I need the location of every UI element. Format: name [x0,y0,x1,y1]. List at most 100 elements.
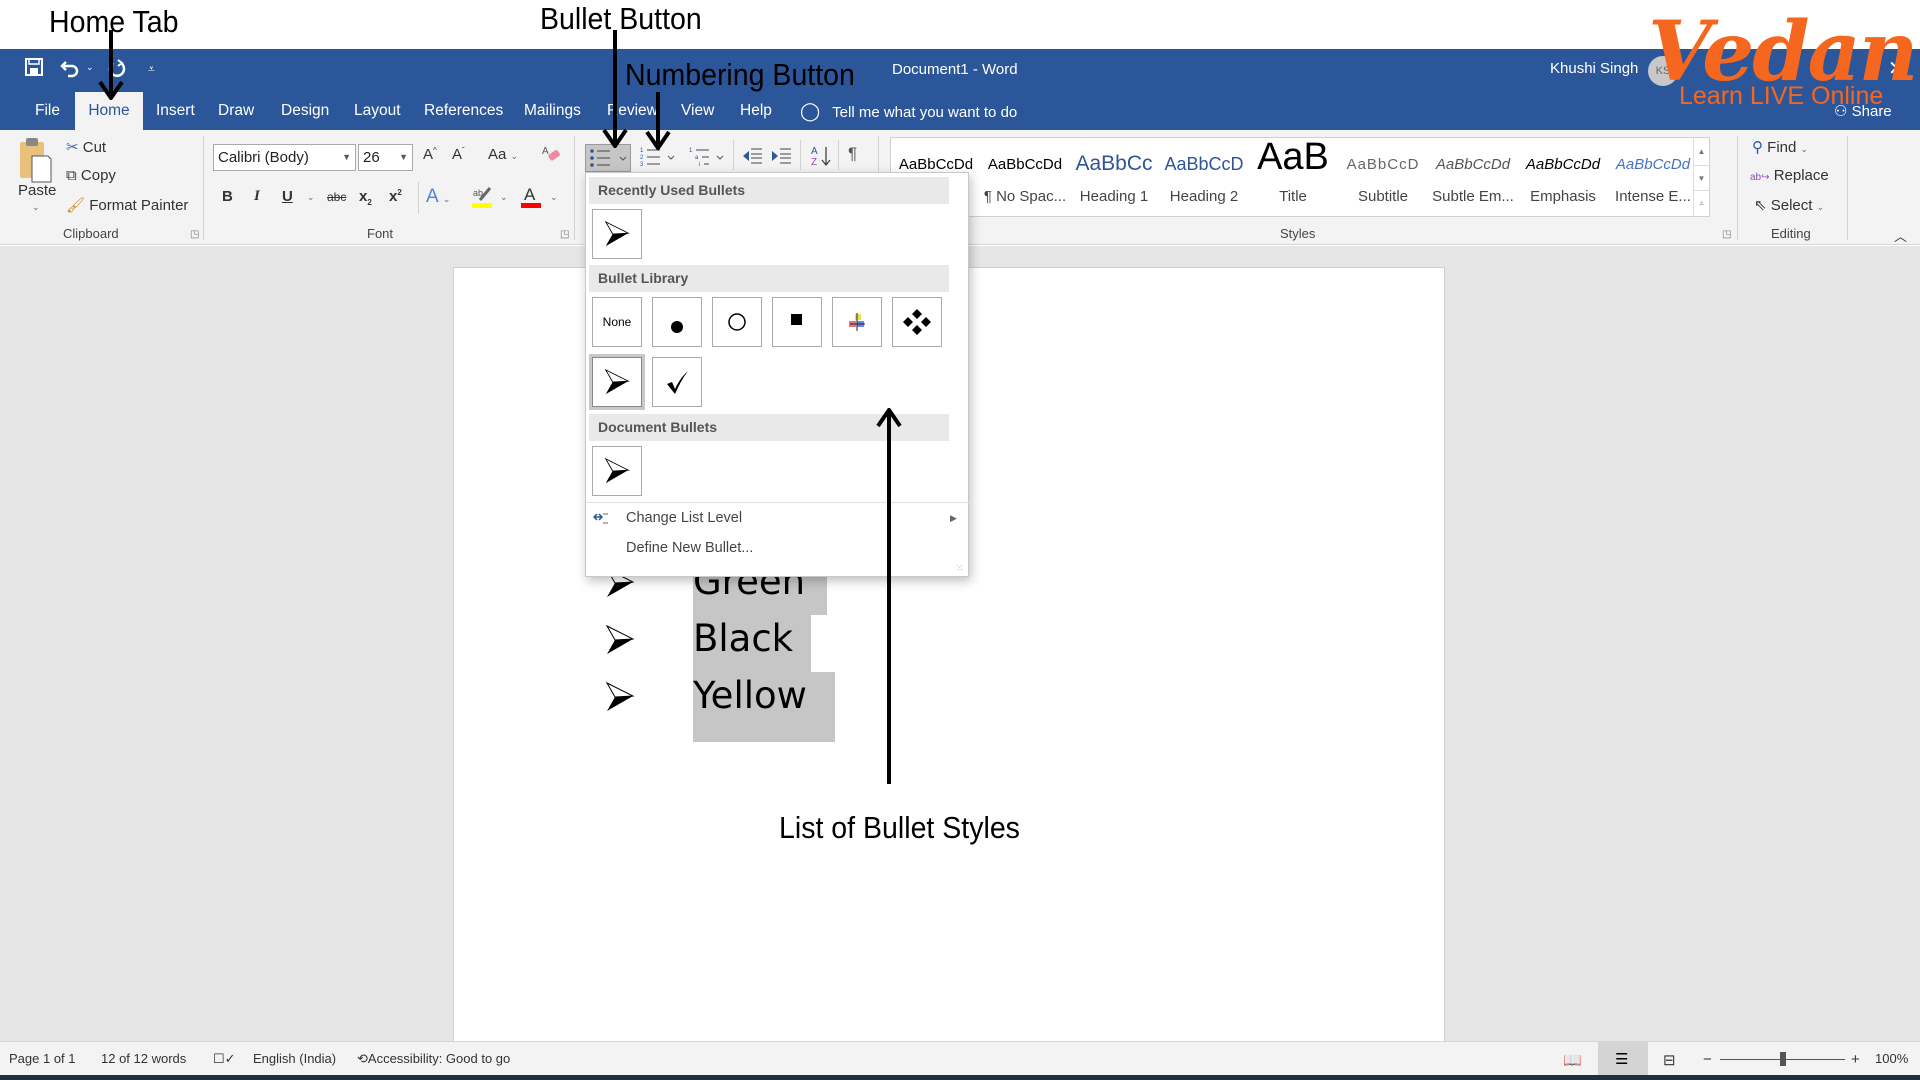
style-heading-2[interactable]: AaBbCcD Heading 2 [1159,138,1249,216]
svg-text:A: A [811,146,818,157]
format-painter-button[interactable]: 🖌 Format Painter [66,196,188,214]
bullet-option-hollow-circle[interactable] [712,297,762,347]
strikethrough-button[interactable]: abc [327,190,346,204]
decrease-indent-icon[interactable] [741,146,763,171]
filled-square-icon [791,314,802,325]
tab-view[interactable]: View [669,92,726,130]
bullet-option-filled-circle[interactable] [652,297,702,347]
bullets-button[interactable] [585,144,631,172]
show-formatting-marks-button[interactable]: ¶ [848,144,857,164]
change-list-level-item[interactable]: Change List Level [626,510,742,526]
web-layout-icon[interactable]: ⊟ [1663,1051,1676,1069]
italic-button[interactable]: I [254,188,260,205]
tab-file[interactable]: File [23,92,72,130]
underline-button[interactable]: U [282,188,293,205]
font-color-icon[interactable]: A [521,184,543,215]
tab-draw[interactable]: Draw [206,92,266,130]
hollow-circle-icon [728,313,746,331]
change-case-button[interactable]: Aa ⌄ [488,146,518,163]
page-count[interactable]: Page 1 of 1 [9,1051,76,1066]
style-subtitle[interactable]: AaBbCcD Subtitle [1338,138,1428,216]
style-no-spacing[interactable]: AaBbCcDd ¶ No Spac... [980,138,1070,216]
bullet-option-arrowhead-recent[interactable] [592,209,642,259]
tab-layout[interactable]: Layout [342,92,413,130]
list-item[interactable]: Yellow [693,674,807,717]
bullet-option-color-cross[interactable] [832,297,882,347]
chevron-down-icon: ▼ [399,152,408,162]
zoom-level[interactable]: 100% [1875,1051,1908,1066]
zoom-out-button[interactable]: − [1703,1051,1712,1068]
bullet-option-arrowhead[interactable] [589,354,645,410]
word-count[interactable]: 12 of 12 words [101,1051,186,1066]
font-launcher-icon[interactable]: ◳ [560,229,569,240]
bullet-option-filled-square[interactable] [772,297,822,347]
clear-formatting-icon[interactable]: A [542,144,562,168]
proofing-icon[interactable]: ☐✓ [213,1051,236,1067]
font-color-dropdown-icon[interactable]: ⌄ [550,192,558,203]
gallery-scroll-down[interactable]: ▼ [1693,165,1709,190]
style-intense-emphasis[interactable]: AaBbCcDd Intense E... [1608,138,1698,216]
tab-insert[interactable]: Insert [144,92,207,130]
four-diamonds-icon [903,309,931,335]
style-title[interactable]: AaB Title [1248,136,1338,216]
replace-button[interactable]: ab↪ Replace [1750,167,1829,184]
print-layout-button[interactable]: ☰ [1598,1042,1648,1076]
tab-mailings[interactable]: Mailings [512,92,593,130]
zoom-slider-thumb[interactable] [1779,1052,1786,1066]
list-item[interactable]: Black [693,617,793,660]
style-heading-1[interactable]: AaBbCc Heading 1 [1069,138,1159,216]
underline-dropdown-icon[interactable]: ⌄ [307,192,315,203]
grow-font-button[interactable]: A^ [423,146,437,163]
customize-qat-icon[interactable]: ⩡ [148,62,155,77]
sort-icon[interactable]: AZ [810,144,832,173]
bullet-option-arrowhead-document[interactable] [592,446,642,496]
cut-button[interactable]: ✂ Cut [66,138,106,156]
paste-dropdown-icon[interactable]: ⌄ [32,202,40,213]
define-new-bullet-item[interactable]: Define New Bullet... [626,540,753,556]
replace-icon: ab↪ [1750,172,1770,183]
resize-grip-icon[interactable]: ⁙ [956,563,964,574]
tab-help[interactable]: Help [728,92,784,130]
style-subtle-emphasis[interactable]: AaBbCcDd Subtle Em... [1428,138,1518,216]
shrink-font-button[interactable]: Aˇ [452,146,465,163]
user-name[interactable]: Khushi Singh [1550,60,1638,77]
bullet-option-four-diamonds[interactable] [892,297,942,347]
collapse-ribbon-icon[interactable]: ︿ [1894,226,1907,245]
find-button[interactable]: ⚲ Find ⌄ [1752,138,1808,156]
undo-icon[interactable] [60,58,80,83]
styles-launcher-icon[interactable]: ◳ [1722,229,1731,240]
font-size-combo[interactable]: 26 ▼ [358,144,413,171]
tab-design[interactable]: Design [269,92,341,130]
highlight-color-icon[interactable]: ab [472,184,494,215]
svg-text:1: 1 [689,148,693,154]
gallery-more[interactable]: ⩡ [1693,190,1709,216]
style-emphasis[interactable]: AaBbCcDd Emphasis [1518,138,1608,216]
cursor-icon: ⇖ [1754,197,1767,214]
highlight-dropdown-icon[interactable]: ⌄ [500,192,508,203]
save-icon[interactable] [25,58,43,81]
bullet-option-none[interactable]: None [592,297,642,347]
arrowhead-bullet-icon [605,624,635,660]
subscript-button[interactable]: x2 [359,188,372,207]
text-effects-icon[interactable]: A ⌄ [426,186,450,208]
tab-references[interactable]: References [412,92,515,130]
tell-me-search[interactable]: ◯ Tell me what you want to do [800,92,1017,130]
checkmark-icon [667,371,688,394]
read-mode-icon[interactable]: 📖 [1563,1051,1582,1069]
accessibility-status[interactable]: ⟲Accessibility: Good to go [357,1051,510,1067]
font-name-combo[interactable]: Calibri (Body) ▼ [213,144,356,171]
zoom-in-button[interactable]: + [1851,1051,1860,1068]
increase-indent-icon[interactable] [770,146,792,171]
select-button[interactable]: ⇖ Select ⌄ [1754,196,1824,214]
gallery-scroll-up[interactable]: ▲ [1693,138,1709,165]
language[interactable]: English (India) [253,1051,336,1066]
multilevel-list-button[interactable]: 1ai [687,144,727,175]
paste-label[interactable]: Paste [18,182,56,199]
copy-button[interactable]: ⧉ Copy [66,167,116,184]
clipboard-launcher-icon[interactable]: ◳ [190,229,199,240]
bold-button[interactable]: B [222,188,233,205]
undo-dropdown-icon[interactable]: ⌄ [86,62,94,73]
superscript-button[interactable]: x2 [389,188,402,205]
bullet-option-checkmark[interactable] [652,357,702,407]
annotation-arrow-numbering [645,92,671,150]
